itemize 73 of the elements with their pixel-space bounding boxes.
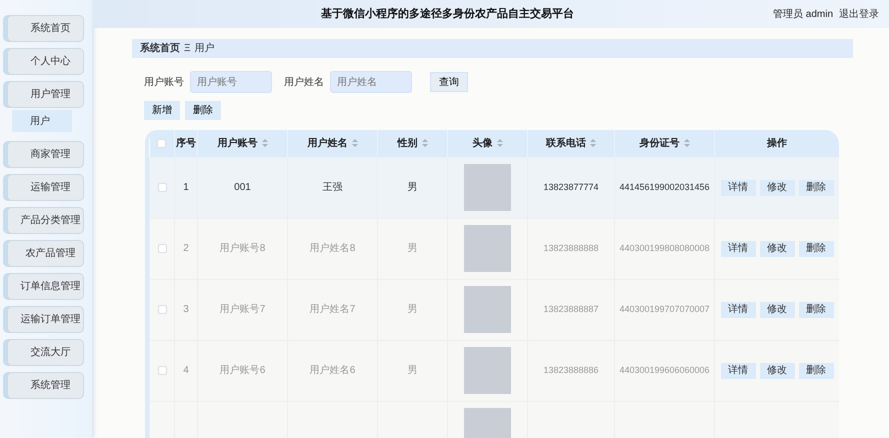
- table-cell: 男: [408, 365, 418, 376]
- table-cell: 440300199606060006: [619, 364, 710, 375]
- table-cell: 441456199002031456: [619, 182, 710, 192]
- table-cell: 用户姓名8: [310, 243, 356, 254]
- search-field[interactable]: 用户姓名: [330, 71, 412, 93]
- admin-user-label: 管理员 admin: [772, 8, 833, 22]
- avatar-photo-placeholder: [464, 225, 511, 272]
- sort-icon[interactable]: [684, 139, 690, 148]
- row-action-button[interactable]: 修改: [760, 240, 794, 256]
- row-checkbox[interactable]: [158, 244, 166, 253]
- table-cell: 13823888888: [543, 242, 599, 253]
- row-action-button[interactable]: 删除: [798, 180, 834, 196]
- sort-icon[interactable]: [352, 139, 358, 148]
- table-cell: 440300199707070007: [619, 304, 710, 314]
- search-label: 用户账号: [144, 76, 184, 90]
- row-action-button[interactable]: 删除: [798, 302, 834, 318]
- column-header: 序号: [176, 138, 196, 149]
- search-label: 用户姓名: [284, 76, 324, 90]
- row-action-button[interactable]: 详情: [720, 362, 756, 378]
- table-cell: 用户账号7: [220, 304, 266, 315]
- table-cell: 用户姓名6: [310, 365, 356, 376]
- table-cell: 13823888887: [543, 304, 599, 314]
- row-checkbox[interactable]: [158, 182, 166, 192]
- table-cell: 2: [183, 243, 189, 254]
- table-cell: 用户账号6: [220, 365, 266, 376]
- table-cell: 13823877774: [543, 182, 599, 192]
- table-cell: 用户姓名7: [310, 304, 356, 315]
- avatar-photo-placeholder: [464, 347, 511, 394]
- table-cell: 1: [183, 182, 189, 193]
- table-cell: 王强: [322, 182, 342, 193]
- row-action-button[interactable]: 详情: [720, 180, 756, 196]
- table-cell: 4: [183, 365, 189, 376]
- breadcrumb-link[interactable]: 系统首页: [140, 41, 180, 56]
- table-cell: 男: [408, 182, 418, 193]
- sort-icon[interactable]: [496, 139, 502, 148]
- table-cell: 3: [183, 304, 189, 315]
- row-action-button[interactable]: 删除: [798, 362, 834, 378]
- row-action-button[interactable]: 修改: [760, 362, 794, 378]
- sidebar-subitem[interactable]: 用户: [12, 110, 72, 132]
- row-action-button[interactable]: 详情: [720, 240, 756, 256]
- row-checkbox[interactable]: [158, 366, 166, 375]
- row-action-button[interactable]: 详情: [720, 302, 756, 318]
- toolbar-button[interactable]: 新增: [144, 101, 180, 120]
- table-cell: 440300199808080008: [619, 242, 710, 253]
- column-header: 操作: [767, 138, 787, 149]
- column-header[interactable]: 性别: [398, 138, 418, 149]
- avatar-photo-placeholder: [464, 164, 511, 211]
- row-action-button[interactable]: 修改: [760, 302, 794, 318]
- column-header[interactable]: 联系电话: [546, 138, 586, 149]
- sort-icon[interactable]: [422, 139, 428, 148]
- column-header[interactable]: 身份证号: [640, 138, 680, 149]
- select-all-checkbox[interactable]: [157, 138, 166, 148]
- row-action-button[interactable]: 删除: [798, 240, 834, 256]
- row-action-button[interactable]: 修改: [760, 180, 794, 196]
- page-title: 基于微信小程序的多途径多身份农产品自主交易平台: [320, 6, 575, 22]
- search-button[interactable]: 查询: [430, 72, 468, 92]
- row-checkbox[interactable]: [158, 304, 166, 314]
- table-cell: 男: [408, 304, 418, 315]
- search-field[interactable]: 用户账号: [190, 71, 272, 93]
- table-cell: 男: [408, 243, 418, 254]
- column-header[interactable]: 用户账号: [218, 138, 258, 149]
- table-cell: 001: [234, 182, 251, 193]
- table-cell: 用户账号8: [220, 243, 266, 254]
- logout-link[interactable]: 退出登录: [839, 6, 879, 22]
- sort-icon[interactable]: [590, 139, 596, 148]
- breadcrumb-separator: Ξ: [184, 42, 190, 56]
- table-cell: 13823888886: [543, 364, 599, 375]
- avatar-photo-placeholder: [464, 286, 511, 333]
- column-header[interactable]: 用户姓名: [308, 138, 348, 149]
- toolbar-button[interactable]: 删除: [185, 101, 221, 120]
- sort-icon[interactable]: [262, 139, 268, 148]
- column-header[interactable]: 头像: [472, 138, 492, 149]
- breadcrumb-current: 用户: [194, 42, 214, 56]
